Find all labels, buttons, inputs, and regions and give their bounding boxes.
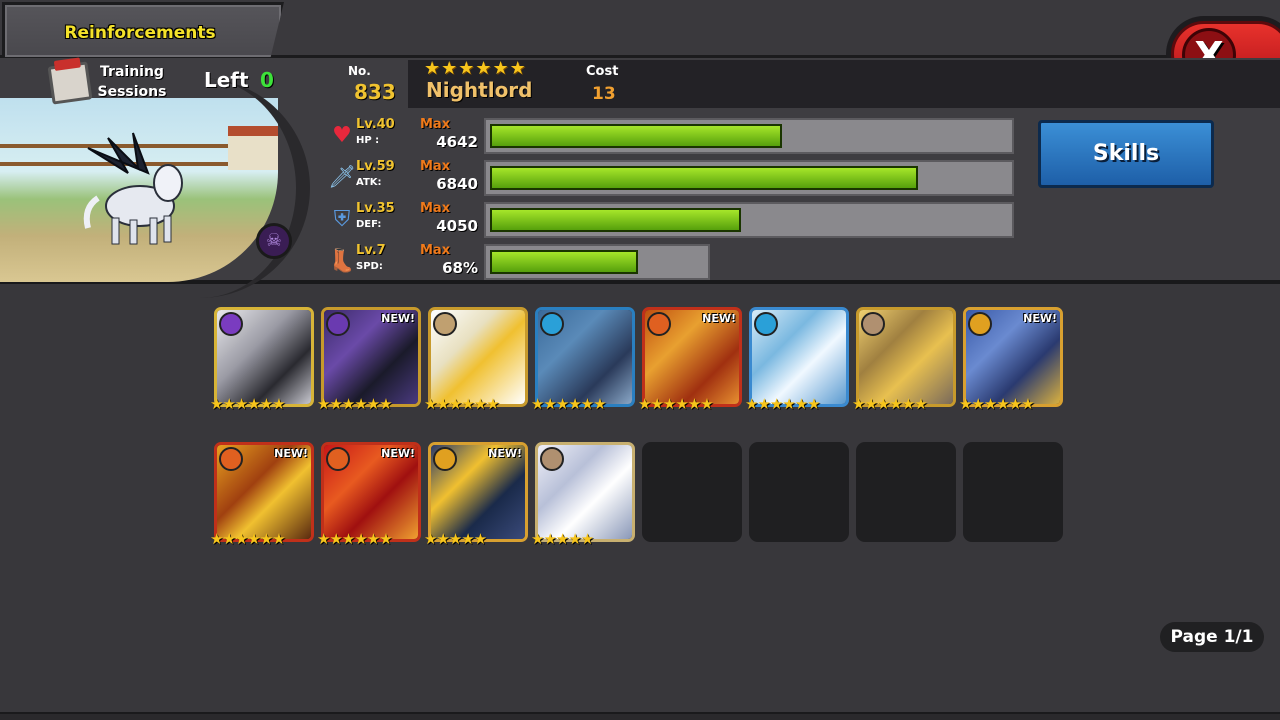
title-tab: Reinforcements [2, 2, 284, 60]
light-element-icon [540, 447, 564, 471]
stat-bar [484, 118, 1014, 154]
boot-icon: 👢 [328, 249, 356, 274]
new-badge: NEW! [274, 447, 308, 460]
new-badge: NEW! [381, 447, 415, 460]
light-element-icon [861, 312, 885, 336]
thunder-element-icon [968, 312, 992, 336]
stat-bar-fill [490, 208, 741, 232]
monster-card-6[interactable] [749, 307, 849, 407]
monster-card-11[interactable]: NEW! [428, 442, 528, 542]
shield-icon: ⛨ [333, 207, 351, 232]
water-element-icon [540, 312, 564, 336]
stat-abbr: DEF: [356, 219, 382, 230]
thunder-element-icon [433, 447, 457, 471]
cost-value: 13 [592, 84, 616, 104]
monster-card-9[interactable]: NEW! [214, 442, 314, 542]
monster-number: 833 [354, 80, 396, 104]
portrait-frame-arc [180, 78, 310, 298]
monster-card-1[interactable] [214, 307, 314, 407]
card-rarity-stars: ★★★★★ [424, 530, 487, 548]
new-badge: NEW! [381, 312, 415, 325]
monster-card-10[interactable]: NEW! [321, 442, 421, 542]
stat-level: Lv.7 [356, 243, 386, 258]
stat-abbr: HP : [356, 135, 380, 146]
fire-element-icon [326, 447, 350, 471]
cost-label: Cost [586, 64, 619, 79]
stat-level: Lv.59 [356, 159, 395, 174]
skull-icon: ☠ [256, 223, 292, 259]
stat-row-atk: 🗡 Lv.59 ATK: Max 6840 [326, 158, 1026, 200]
empty-slot [749, 442, 849, 542]
stat-bar [484, 244, 710, 280]
monster-card-7[interactable] [856, 307, 956, 407]
water-element-icon [754, 312, 778, 336]
stat-value: 6840 [436, 175, 478, 193]
monster-card-2[interactable]: NEW! [321, 307, 421, 407]
card-rarity-stars: ★★★★★★ [745, 395, 821, 413]
left-label: Left [204, 68, 249, 92]
card-rarity-stars: ★★★★★★ [210, 530, 286, 548]
new-badge: NEW! [702, 312, 736, 325]
stat-value: 68% [442, 259, 478, 277]
stat-row-def: ⛨ Lv.35 DEF: Max 4050 [326, 200, 1026, 242]
monster-card-8[interactable]: NEW! [963, 307, 1063, 407]
card-rarity-stars: ★★★★★★ [210, 395, 286, 413]
card-rarity-stars: ★★★★★★ [638, 395, 714, 413]
empty-slot [642, 442, 742, 542]
left-value: 0 [260, 68, 274, 92]
sword-icon: 🗡 [328, 165, 356, 190]
monster-card-5[interactable]: NEW! [642, 307, 742, 407]
stat-max-label: Max [420, 159, 451, 174]
stat-row-hp: ♥ Lv.40 HP : Max 4642 [326, 116, 1026, 158]
stat-max-label: Max [420, 201, 451, 216]
stat-level: Lv.35 [356, 201, 395, 216]
nightlord-sprite [83, 132, 183, 245]
card-rarity-stars: ★★★★★★ [959, 395, 1035, 413]
light-element-icon [433, 312, 457, 336]
card-rarity-stars: ★★★★★★ [424, 395, 500, 413]
stat-bar-fill [490, 124, 782, 148]
training-label-line1: Training [100, 64, 164, 80]
stat-bar [484, 160, 1014, 196]
page-indicator: Page 1/1 [1160, 622, 1264, 652]
card-rarity-stars: ★★★★★★ [852, 395, 928, 413]
empty-slot [963, 442, 1063, 542]
dark-element-icon [219, 312, 243, 336]
stat-bar-fill [490, 250, 638, 274]
monster-name: Nightlord [426, 78, 533, 102]
new-badge: NEW! [1023, 312, 1057, 325]
stat-max-label: Max [420, 243, 451, 258]
card-rarity-stars: ★★★★★ [531, 530, 594, 548]
stat-abbr: SPD: [356, 261, 383, 272]
training-label-line2: Sessions [97, 84, 167, 100]
heart-icon: ♥ [332, 123, 352, 148]
stat-value: 4642 [436, 133, 478, 151]
stat-bar [484, 202, 1014, 238]
fire-element-icon [219, 447, 243, 471]
stat-value: 4050 [436, 217, 478, 235]
dark-element-icon [326, 312, 350, 336]
empty-slot [856, 442, 956, 542]
monster-rarity-stars: ★★★★★★ [424, 58, 527, 79]
monster-card-3[interactable] [428, 307, 528, 407]
stat-level: Lv.40 [356, 117, 395, 132]
stat-row-spd: 👢 Lv.7 SPD: Max 68% [326, 242, 1026, 284]
stat-abbr: ATK: [356, 177, 382, 188]
skills-button[interactable]: Skills [1038, 120, 1214, 188]
card-rarity-stars: ★★★★★★ [317, 395, 393, 413]
bottom-border [0, 712, 1280, 720]
monster-card-12[interactable] [535, 442, 635, 542]
card-rarity-stars: ★★★★★★ [531, 395, 607, 413]
monster-number-label: No. [348, 64, 371, 78]
monster-info-panel: ☠ Training Sessions Left 0 No. 833 ★★★★★… [0, 58, 1280, 298]
screen-title: Reinforcements [64, 23, 216, 43]
monster-card-4[interactable] [535, 307, 635, 407]
fire-element-icon [647, 312, 671, 336]
card-rarity-stars: ★★★★★★ [317, 530, 393, 548]
book-icon [47, 61, 93, 105]
new-badge: NEW! [488, 447, 522, 460]
stat-bar-fill [490, 166, 918, 190]
stat-max-label: Max [420, 117, 451, 132]
training-sessions: Training Sessions Left 0 [47, 60, 350, 105]
